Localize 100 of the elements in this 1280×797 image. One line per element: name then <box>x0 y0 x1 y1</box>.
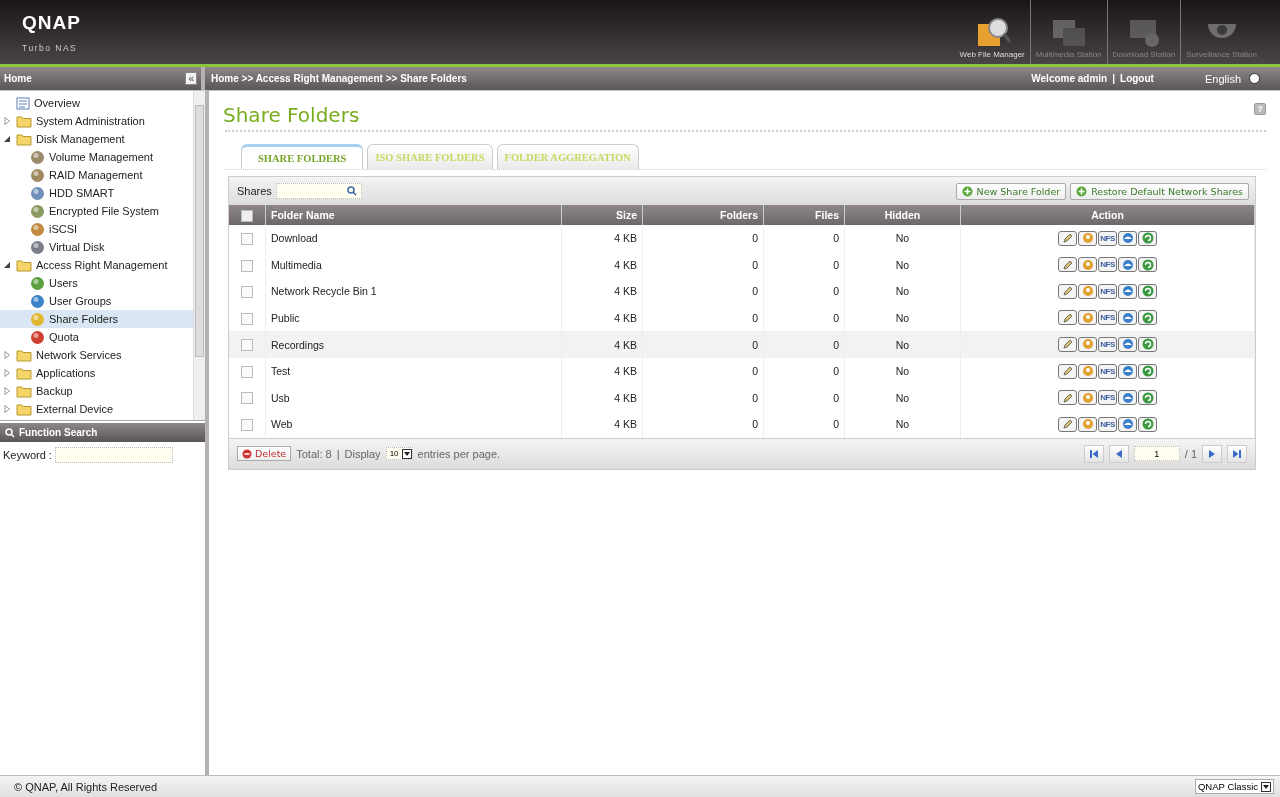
tree-item[interactable]: Users <box>0 274 193 292</box>
action-button[interactable] <box>1138 230 1157 246</box>
station-button[interactable]: Web File Manager <box>954 0 1030 64</box>
tree-item[interactable]: Access Right Management <box>0 256 193 274</box>
sidebar-title[interactable]: Home <box>4 73 32 84</box>
tree-item[interactable]: External Device <box>0 400 193 418</box>
column-header[interactable]: Files <box>763 205 845 225</box>
action-button[interactable] <box>1078 257 1097 273</box>
action-button[interactable]: NFS <box>1098 310 1117 326</box>
row-checkbox[interactable] <box>241 365 253 378</box>
action-button[interactable] <box>1058 416 1077 432</box>
row-checkbox[interactable] <box>241 339 253 352</box>
action-button[interactable] <box>1118 257 1137 273</box>
action-button[interactable] <box>1078 390 1097 406</box>
station-button[interactable]: Download Station <box>1106 0 1181 64</box>
delete-button[interactable]: Delete <box>237 446 292 462</box>
expand-arrow-icon[interactable] <box>3 405 12 413</box>
tree-item[interactable]: Quota <box>0 328 193 346</box>
row-checkbox[interactable] <box>241 259 253 272</box>
action-button[interactable] <box>1058 283 1077 299</box>
action-button[interactable]: NFS <box>1098 257 1117 273</box>
action-button[interactable] <box>1078 416 1097 432</box>
row-checkbox[interactable] <box>241 232 253 245</box>
action-button[interactable] <box>1058 336 1077 352</box>
row-checkbox[interactable] <box>241 392 253 405</box>
action-button[interactable]: NFS <box>1098 336 1117 352</box>
column-header[interactable]: Folders <box>642 205 764 225</box>
tree-item[interactable]: HDD SMART <box>0 184 193 202</box>
action-button[interactable] <box>1078 336 1097 352</box>
tree-item[interactable]: Virtual Disk <box>0 238 193 256</box>
action-button[interactable] <box>1118 363 1137 379</box>
column-header[interactable]: Folder Name <box>265 205 562 225</box>
action-button[interactable]: NFS <box>1098 390 1117 406</box>
column-header[interactable]: Action <box>960 205 1255 225</box>
action-button[interactable] <box>1118 390 1137 406</box>
action-button[interactable]: NFS <box>1098 416 1117 432</box>
page-field[interactable]: 1 <box>1133 446 1180 462</box>
action-button[interactable] <box>1058 363 1077 379</box>
tree-item[interactable]: Encrypted File System <box>0 202 193 220</box>
select-all-checkbox[interactable] <box>241 209 253 222</box>
tree-item[interactable]: Share Folders <box>0 310 193 328</box>
expand-arrow-icon[interactable] <box>3 369 12 377</box>
row-checkbox[interactable] <box>241 312 253 325</box>
tree-item[interactable]: Network Services <box>0 346 193 364</box>
row-checkbox[interactable] <box>241 286 253 299</box>
action-button[interactable] <box>1138 283 1157 299</box>
action-button[interactable] <box>1078 283 1097 299</box>
action-button[interactable] <box>1078 230 1097 246</box>
action-button[interactable] <box>1138 336 1157 352</box>
action-button[interactable] <box>1138 257 1157 273</box>
action-button[interactable] <box>1058 230 1077 246</box>
collapse-arrow-icon[interactable] <box>3 261 12 269</box>
page-size-select[interactable]: 10 <box>385 447 413 461</box>
search-field[interactable] <box>275 183 362 199</box>
action-button[interactable]: NFS <box>1098 363 1117 379</box>
tree-item[interactable]: RAID Management <box>0 166 193 184</box>
toolbar-button[interactable]: New Share Folder <box>955 182 1067 200</box>
last-page-button[interactable] <box>1227 444 1247 463</box>
action-button[interactable] <box>1138 363 1157 379</box>
expand-arrow-icon[interactable] <box>3 351 12 359</box>
action-button[interactable] <box>1118 230 1137 246</box>
action-button[interactable]: NFS <box>1098 283 1117 299</box>
action-button[interactable] <box>1078 310 1097 326</box>
tab[interactable]: SHARE FOLDERS <box>241 144 364 169</box>
tree-item[interactable]: User Groups <box>0 292 193 310</box>
toolbar-button[interactable]: Restore Default Network Shares <box>1070 182 1249 200</box>
logout-link[interactable]: Logout <box>1120 73 1154 84</box>
action-button[interactable] <box>1118 416 1137 432</box>
action-button[interactable] <box>1118 310 1137 326</box>
tree-item[interactable]: Volume Management <box>0 148 193 166</box>
tree-item[interactable]: Applications <box>0 364 193 382</box>
action-button[interactable] <box>1138 390 1157 406</box>
tree-item[interactable]: System Administration <box>0 112 193 130</box>
tree-item[interactable]: Backup <box>0 382 193 400</box>
station-button[interactable]: Surveillance Station <box>1180 0 1262 64</box>
row-checkbox[interactable] <box>241 419 253 432</box>
action-button[interactable] <box>1118 283 1137 299</box>
language-select[interactable]: English <box>1198 71 1266 86</box>
collapse-arrow-icon[interactable] <box>3 135 12 143</box>
collapse-button[interactable]: « <box>185 72 197 85</box>
column-header[interactable]: Hidden <box>844 205 961 225</box>
action-button[interactable] <box>1138 416 1157 432</box>
tree-item[interactable]: iSCSI <box>0 220 193 238</box>
column-header[interactable]: Size <box>561 205 643 225</box>
action-button[interactable] <box>1058 310 1077 326</box>
action-button[interactable] <box>1118 336 1137 352</box>
next-page-button[interactable] <box>1202 444 1222 463</box>
keyword-field[interactable] <box>54 447 173 463</box>
expand-arrow-icon[interactable] <box>3 117 12 125</box>
action-button[interactable] <box>1138 310 1157 326</box>
action-button[interactable]: NFS <box>1098 230 1117 246</box>
action-button[interactable] <box>1058 257 1077 273</box>
action-button[interactable] <box>1058 390 1077 406</box>
scrollbar[interactable] <box>193 91 205 420</box>
expand-arrow-icon[interactable] <box>3 387 12 395</box>
theme-select[interactable]: QNAP Classic <box>1195 779 1274 794</box>
tree-item[interactable]: Disk Management <box>0 130 193 148</box>
first-page-button[interactable] <box>1083 444 1104 463</box>
action-button[interactable] <box>1078 363 1097 379</box>
tree-item[interactable]: Overview <box>0 94 193 112</box>
